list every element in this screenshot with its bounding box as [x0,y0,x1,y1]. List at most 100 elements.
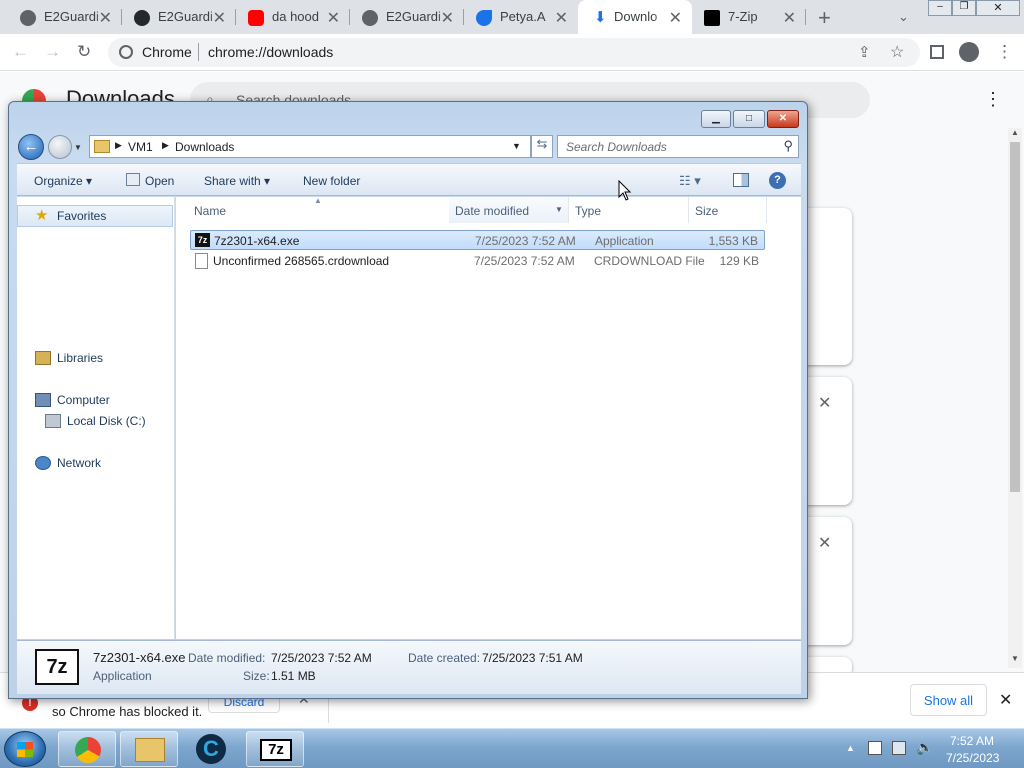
organize-label: Organize [34,174,83,188]
ccleaner-taskbar-icon[interactable]: C [196,734,226,764]
volume-icon[interactable]: 🔈 [916,739,933,756]
search-icon: ⚲ [783,138,793,153]
details-created-label: Date created: [408,651,481,665]
recent-pages-chevron-icon[interactable]: ▼ [74,143,82,152]
close-tab-icon[interactable]: ✕ [213,8,226,28]
column-header-date[interactable]: Date modified ▼ [449,197,569,223]
tab-search-chevron-icon[interactable]: ⌄ [898,9,909,25]
tab-7zip[interactable]: 7-Zip ✕ [692,0,806,34]
tab-da-hood[interactable]: da hood ✕ [228,0,350,34]
tab-e2guardian-1[interactable]: E2Guardi ✕ [0,0,122,34]
restore-window-icon[interactable]: ❐ [952,0,976,16]
address-bar[interactable]: ▶ VM1 ▶ Downloads ▼ [89,135,531,158]
file-row[interactable]: 7z 7z2301-x64.exe 7/25/2023 7:52 AM Appl… [190,230,765,250]
omnibox[interactable]: Chrome chrome://downloads ⇪ ☆ [108,38,920,67]
preview-pane-icon[interactable] [733,173,749,187]
side-panel-icon[interactable] [930,45,944,59]
reload-icon[interactable]: ↻ [77,43,91,60]
forward-icon[interactable]: → [44,43,61,60]
page-menu-icon[interactable]: ⋮ [984,89,1002,110]
blocked-message: so Chrome has blocked it. [52,704,203,719]
close-tab-icon[interactable]: ✕ [327,8,340,28]
libraries-icon [35,351,51,365]
change-view-icon[interactable]: ☷ ▾ [679,173,701,189]
close-window-icon[interactable]: ✕ [976,0,1020,16]
maximize-icon[interactable]: □ [733,110,765,128]
details-size-value: 1.51 MB [271,669,316,683]
nav-libraries[interactable]: Libraries [35,351,103,365]
address-dropdown-icon[interactable]: ▼ [512,141,521,151]
column-dropdown-icon[interactable]: ▼ [555,205,563,214]
breadcrumb-chevron-icon[interactable]: ▶ [162,140,169,151]
file-size: 129 KB [719,254,759,268]
details-size-label: Size: [243,669,270,683]
minimize-window-icon[interactable]: – [928,0,952,16]
tab-e2guardian-3[interactable]: E2Guardi ✕ [342,0,464,34]
browser-toolbar: ← → ↻ Chrome chrome://downloads ⇪ ☆ ⋮ [0,34,1024,71]
close-tab-icon[interactable]: ✕ [441,8,454,28]
start-button[interactable] [4,731,46,767]
file-date: 7/25/2023 7:52 AM [474,254,575,268]
nav-computer[interactable]: Computer [35,393,110,407]
profile-avatar-icon[interactable] [959,42,979,62]
new-tab-icon[interactable]: + [818,5,831,31]
share-with-button[interactable]: Share with ▾ [204,174,270,188]
action-center-icon[interactable] [868,741,882,755]
chrome-menu-icon[interactable]: ⋮ [996,43,1013,60]
file-row[interactable]: Unconfirmed 268565.crdownload 7/25/2023 … [190,251,765,271]
close-icon[interactable]: ✕ [767,110,799,128]
new-folder-button[interactable]: New folder [303,174,360,188]
breadcrumb-vm1[interactable]: VM1 [128,140,153,154]
show-all-button[interactable]: Show all [910,684,987,716]
scrollbar-thumb[interactable] [1010,142,1020,492]
search-downloads-input[interactable]: Search Downloads ⚲ [557,135,799,158]
forward-arrow-icon[interactable] [48,135,72,159]
organize-button[interactable]: Organize ▾ [34,174,92,188]
close-tab-icon[interactable]: ✕ [99,8,112,28]
page-scrollbar[interactable]: ▲ ▼ [1008,128,1022,668]
nav-network[interactable]: Network [35,456,101,470]
column-header-size[interactable]: Size [689,197,767,223]
remove-download-icon[interactable]: ✕ [818,533,831,553]
close-tab-icon[interactable]: ✕ [669,8,682,28]
minimize-icon[interactable]: ▁ [701,110,731,128]
scroll-up-icon[interactable]: ▲ [1011,128,1019,137]
nav-local-disk[interactable]: Local Disk (C:) [45,414,146,428]
scroll-down-icon[interactable]: ▼ [1011,654,1019,663]
taskbar-explorer[interactable] [120,731,178,767]
close-shelf-icon[interactable]: ✕ [999,690,1012,710]
clock-time[interactable]: 7:52 AM [950,734,994,748]
show-hidden-icons-icon[interactable]: ▲ [846,743,855,753]
download-icon: ⬇ [594,9,607,26]
help-icon[interactable]: ? [769,172,786,189]
close-tab-icon[interactable]: ✕ [555,8,568,28]
tab-downloads[interactable]: ⬇ Downlo ✕ [578,0,692,34]
tab-e2guardian-2[interactable]: E2Guardi ✕ [114,0,236,34]
share-icon[interactable]: ⇪ [858,43,871,61]
breadcrumb-downloads[interactable]: Downloads [175,140,234,154]
mouse-cursor-icon [618,180,632,201]
network-tray-icon[interactable] [892,741,906,755]
back-arrow-icon[interactable]: ← [18,134,44,160]
back-icon[interactable]: ← [12,43,29,60]
details-file-kind: Application [93,669,152,683]
details-pane: 7z 7z2301-x64.exe Application Date modif… [17,640,801,694]
search-placeholder: Search Downloads [566,140,667,154]
nav-favorites[interactable]: ★ Favorites [35,208,106,223]
breadcrumb-chevron-icon[interactable]: ▶ [115,140,122,151]
clock-date[interactable]: 7/25/2023 [946,751,999,765]
file-size: 1,553 KB [708,234,758,248]
open-button[interactable]: Open [145,174,174,188]
refresh-icon[interactable]: ⇆ [531,135,553,158]
remove-download-icon[interactable]: ✕ [818,393,831,413]
close-tab-icon[interactable]: ✕ [783,8,796,28]
details-modified-label: Date modified: [188,651,266,665]
taskbar: C 7z ▲ 🔈 7:52 AM 7/25/2023 [0,728,1024,768]
details-created-value: 7/25/2023 7:51 AM [482,651,583,665]
taskbar-7zip[interactable]: 7z [246,731,304,767]
bookmark-star-icon[interactable]: ☆ [890,42,904,62]
tab-petya[interactable]: Petya.A ✕ [456,0,578,34]
taskbar-chrome[interactable] [58,731,116,767]
nav-label: Network [57,456,102,470]
7zip-large-icon: 7z [35,649,79,685]
